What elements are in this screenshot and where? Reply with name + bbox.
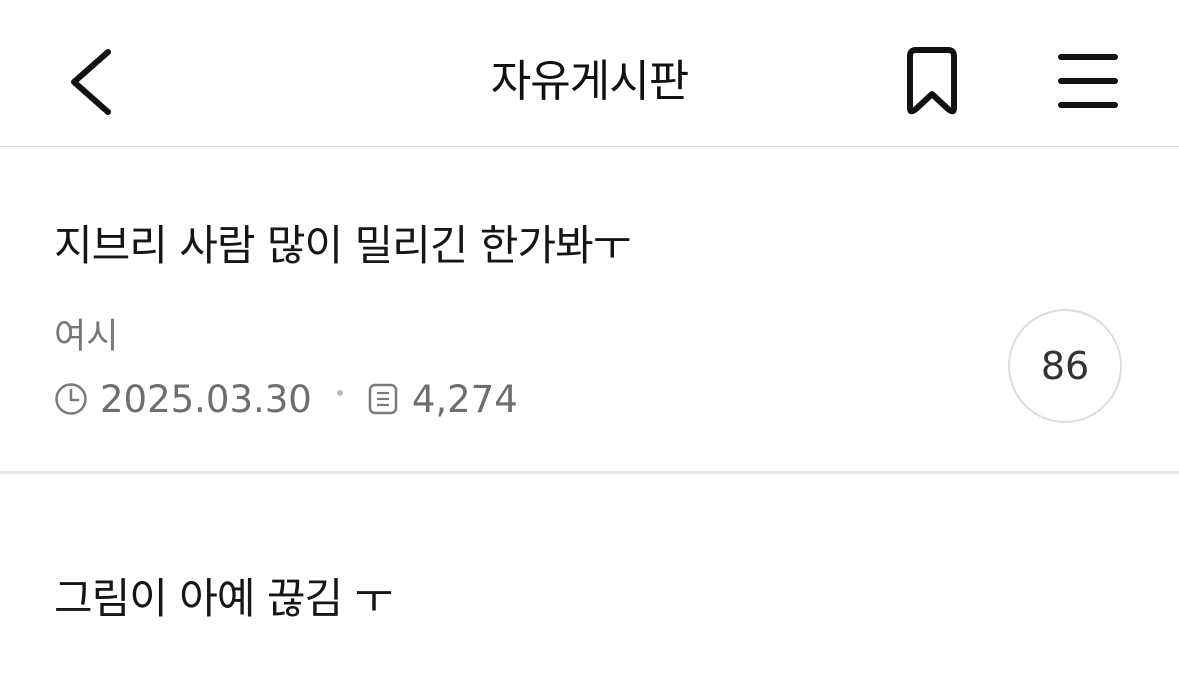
post-list-item[interactable]: 지브리 사람 많이 밀리긴 한가봐ㅜ 여시 2025.03.30 4,274 8… [0, 148, 1179, 474]
post-title[interactable]: 지브리 사람 많이 밀리긴 한가봐ㅜ [54, 218, 631, 274]
post-author: 여시 [54, 317, 119, 357]
meta-separator [336, 390, 343, 396]
post-title[interactable]: 그림이 아예 끊김 ㅜ [54, 571, 393, 627]
app-header: 자유게시판 [0, 0, 1179, 147]
bookmark-icon [907, 47, 957, 115]
post-list-item[interactable]: 그림이 아예 끊김 ㅜ [0, 474, 1179, 687]
post-view-count: 4,274 [411, 377, 518, 421]
hamburger-menu-icon [1058, 54, 1118, 108]
bookmark-button[interactable] [896, 42, 968, 122]
page-title: 자유게시판 [490, 56, 689, 107]
comment-count-badge[interactable]: 86 [1008, 309, 1122, 423]
document-icon [368, 383, 398, 415]
post-meta: 2025.03.30 4,274 [54, 376, 518, 422]
post-date: 2025.03.30 [100, 377, 312, 421]
clock-icon [55, 383, 87, 415]
menu-button[interactable] [1050, 44, 1126, 120]
